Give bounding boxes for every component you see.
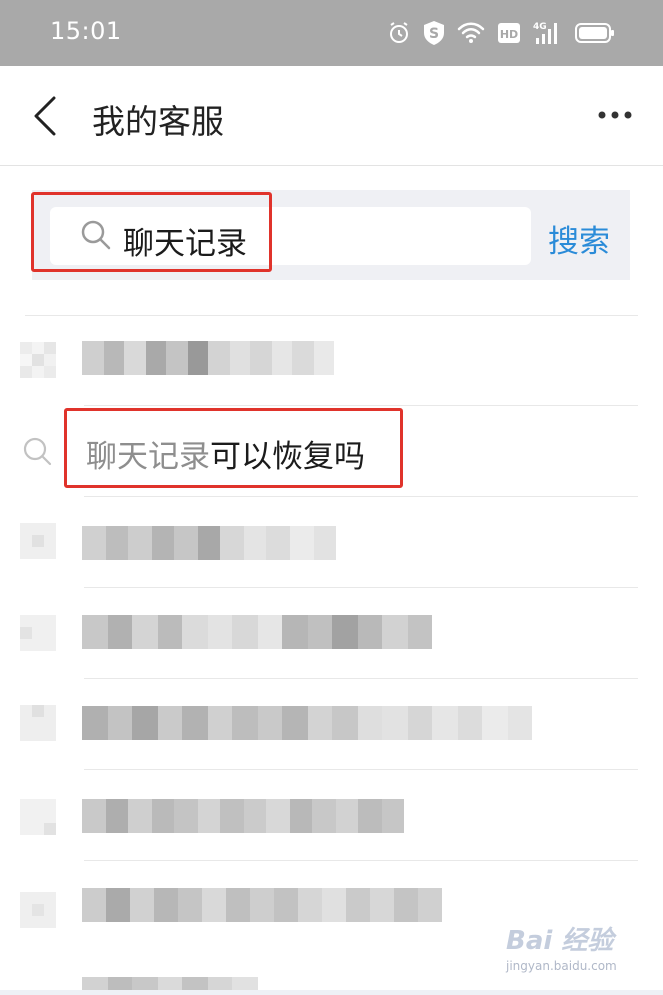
watermark: Bai 经验 jingyan.baidu.com: [506, 920, 631, 988]
highlight-box-suggestion: [64, 408, 403, 488]
page-title: 我的客服: [92, 102, 224, 141]
list-item[interactable]: [0, 496, 663, 586]
bottom-edge: [0, 990, 663, 995]
suggestion-search-icon: [23, 437, 52, 466]
blurred-text: [82, 706, 532, 740]
list-item[interactable]: [0, 587, 663, 677]
battery-icon: [575, 19, 615, 47]
blurred-text: [82, 341, 334, 375]
alarm-icon: [387, 19, 411, 47]
list-item[interactable]: [0, 315, 663, 405]
back-button[interactable]: [26, 94, 66, 138]
blurred-text: [82, 526, 336, 560]
signal-4g-icon: 4G: [533, 19, 563, 47]
svg-text:HD: HD: [500, 28, 518, 41]
blurred-text: [82, 977, 258, 990]
blurred-icon: [20, 523, 56, 559]
blurred-icon: [20, 342, 56, 378]
app-header: 我的客服: [0, 66, 663, 166]
svg-text:4G: 4G: [533, 22, 547, 32]
wifi-icon: [457, 19, 485, 47]
chevron-left-icon: [34, 96, 56, 136]
status-icons: S HD 4G: [387, 18, 615, 48]
svg-text:S: S: [429, 26, 439, 42]
highlight-box-search: [31, 192, 272, 272]
blurred-text: [82, 799, 404, 833]
blurred-icon: [20, 705, 56, 741]
blurred-icon: [20, 892, 56, 928]
status-bar: 15:01 S HD 4G: [0, 0, 663, 66]
hd-icon: HD: [497, 19, 521, 47]
watermark-url: jingyan.baidu.com: [506, 959, 617, 973]
list-item[interactable]: [0, 678, 663, 768]
list-item[interactable]: [0, 769, 663, 859]
blurred-text: [82, 615, 432, 649]
blurred-icon: [20, 615, 56, 651]
more-dots-icon: [598, 111, 632, 119]
shield-s-icon: S: [423, 19, 445, 47]
search-button[interactable]: 搜索: [548, 216, 610, 261]
blurred-icon: [20, 799, 56, 835]
watermark-logo: Bai 经验: [506, 926, 614, 956]
blurred-text: [82, 888, 442, 922]
more-button[interactable]: [597, 100, 633, 130]
status-time: 15:01: [50, 17, 122, 45]
